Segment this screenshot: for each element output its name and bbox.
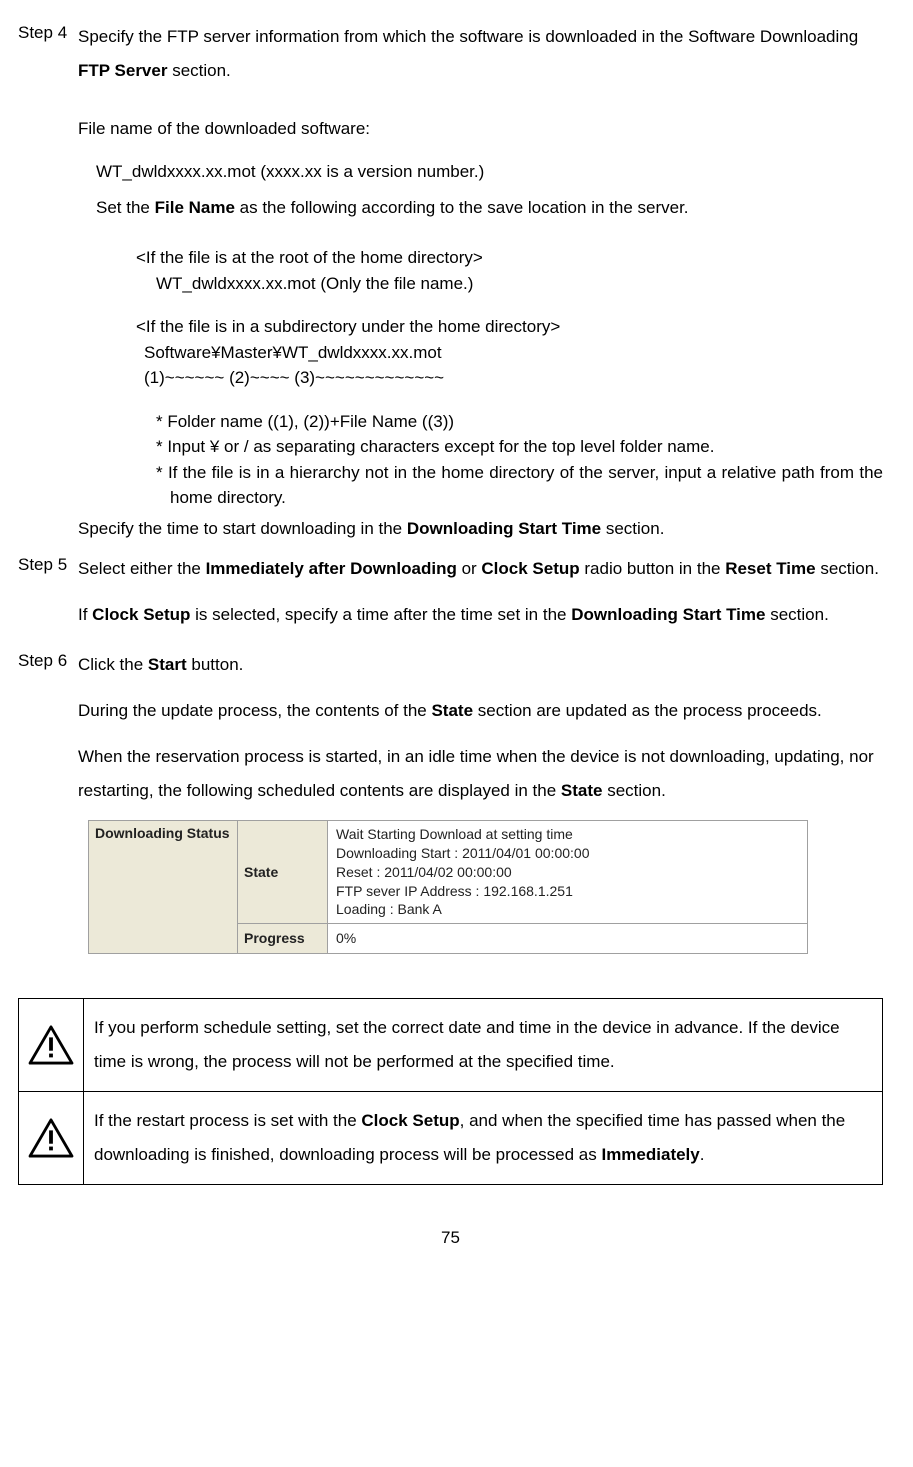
step4-p1: Specify the FTP server information from … [78, 20, 883, 88]
step6-p2: During the update process, the contents … [78, 694, 883, 728]
step4-p5: Specify the time to start downloading in… [78, 515, 883, 542]
step6-p3: When the reservation process is started,… [78, 740, 883, 808]
text: Click the [78, 655, 148, 674]
text-line: Software¥Master¥WT_dwldxxxx.xx.mot [136, 340, 883, 366]
bold-text: Downloading Start Time [407, 519, 601, 538]
text: Specify the FTP server information from … [78, 27, 858, 46]
text-line: Loading : Bank A [336, 900, 799, 919]
downloading-status-panel: Downloading Status State Wait Starting D… [88, 820, 808, 954]
text: . [700, 1145, 705, 1164]
caution-table: If you perform schedule setting, set the… [18, 998, 883, 1185]
caution-row-1: If you perform schedule setting, set the… [19, 999, 883, 1092]
caution-icon-cell [19, 1092, 84, 1185]
bold-text: Immediately after Downloading [206, 559, 457, 578]
text: or [457, 559, 482, 578]
status-state-label: State [238, 820, 328, 924]
warning-icon [23, 1118, 79, 1158]
text: Downloading Status [95, 825, 231, 842]
text-line: WT_dwldxxxx.xx.mot (Only the file name.) [136, 271, 883, 297]
text-line: * Folder name ((1), (2))+File Name ((3)) [156, 409, 883, 435]
text-line: Reset : 2011/04/02 00:00:00 [336, 863, 799, 882]
step4-p3: WT_dwldxxxx.xx.mot (xxxx.xx is a version… [78, 158, 883, 185]
text-line: Wait Starting Download at setting time [336, 825, 799, 844]
text: radio button in the [580, 559, 726, 578]
text-line: * Input ¥ or / as separating characters … [156, 434, 883, 460]
text: is selected, specify a time after the ti… [190, 605, 571, 624]
text: If the restart process is set with the [94, 1111, 361, 1130]
step5-p1: Select either the Immediately after Down… [78, 552, 883, 586]
step4-p2: File name of the downloaded software: [78, 112, 883, 146]
bold-text: File Name [155, 198, 235, 217]
text: section. [601, 519, 664, 538]
text: Select either the [78, 559, 206, 578]
step5-body: Select either the Immediately after Down… [78, 552, 883, 644]
step6-body: Click the Start button. During the updat… [78, 648, 883, 974]
caution-icon-cell [19, 999, 84, 1092]
text-line: <If the file is in a subdirectory under … [136, 314, 883, 340]
bold-text: Clock Setup [92, 605, 190, 624]
bold-text: State [561, 781, 603, 800]
step4-notes: * Folder name ((1), (2))+File Name ((3))… [78, 409, 883, 511]
text: section. [816, 559, 879, 578]
warning-icon [23, 1025, 79, 1065]
step6-label: Step 6 [18, 648, 78, 974]
step4-label: Step 4 [18, 20, 78, 548]
bold-text: Clock Setup [361, 1111, 459, 1130]
status-progress-value: 0% [328, 924, 808, 954]
step5: Step 5 Select either the Immediately aft… [18, 552, 883, 644]
caution-text-2: If the restart process is set with the C… [84, 1092, 883, 1185]
status-left-spacer [88, 924, 238, 954]
bold-text: State [431, 701, 473, 720]
text: section. [167, 61, 230, 80]
step6-p1: Click the Start button. [78, 648, 883, 682]
text: section. [765, 605, 828, 624]
page-number: 75 [18, 1225, 883, 1251]
text: If [78, 605, 92, 624]
step4-body: Specify the FTP server information from … [78, 20, 883, 548]
step6: Step 6 Click the Start button. During th… [18, 648, 883, 974]
text: as the following according to the save l… [235, 198, 689, 217]
bold-text: Reset Time [725, 559, 815, 578]
step5-p2: If Clock Setup is selected, specify a ti… [78, 598, 883, 632]
caution-text-1: If you perform schedule setting, set the… [84, 999, 883, 1092]
bold-text: FTP Server [78, 61, 167, 80]
text-line: Downloading Start : 2011/04/01 00:00:00 [336, 844, 799, 863]
step4-p4: Set the File Name as the following accor… [78, 191, 883, 225]
step4-block2: <If the file is in a subdirectory under … [78, 314, 883, 391]
text: When the reservation process is started,… [78, 747, 874, 800]
text-line: (1)~~~~~~ (2)~~~~ (3)~~~~~~~~~~~~~ [136, 365, 883, 391]
text: Set the [96, 198, 155, 217]
step4-block1: <If the file is at the root of the home … [78, 245, 883, 296]
status-state-value: Wait Starting Download at setting time D… [328, 820, 808, 924]
caution-row-2: If the restart process is set with the C… [19, 1092, 883, 1185]
text: button. [187, 655, 244, 674]
text-line: * If the file is in a hierarchy not in t… [156, 460, 883, 511]
bold-text: Start [148, 655, 187, 674]
bold-text: Immediately [601, 1145, 699, 1164]
bold-text: Clock Setup [481, 559, 579, 578]
text: section are updated as the process proce… [473, 701, 822, 720]
text-line: FTP sever IP Address : 192.168.1.251 [336, 882, 799, 901]
step4: Step 4 Specify the FTP server informatio… [18, 20, 883, 548]
status-left-label: Downloading Status [88, 820, 238, 924]
step5-label: Step 5 [18, 552, 78, 644]
bold-text: Downloading Start Time [571, 605, 765, 624]
status-progress-label: Progress [238, 924, 328, 954]
text: Specify the time to start downloading in… [78, 519, 407, 538]
text: section. [602, 781, 665, 800]
text: During the update process, the contents … [78, 701, 431, 720]
text-line: <If the file is at the root of the home … [136, 245, 883, 271]
